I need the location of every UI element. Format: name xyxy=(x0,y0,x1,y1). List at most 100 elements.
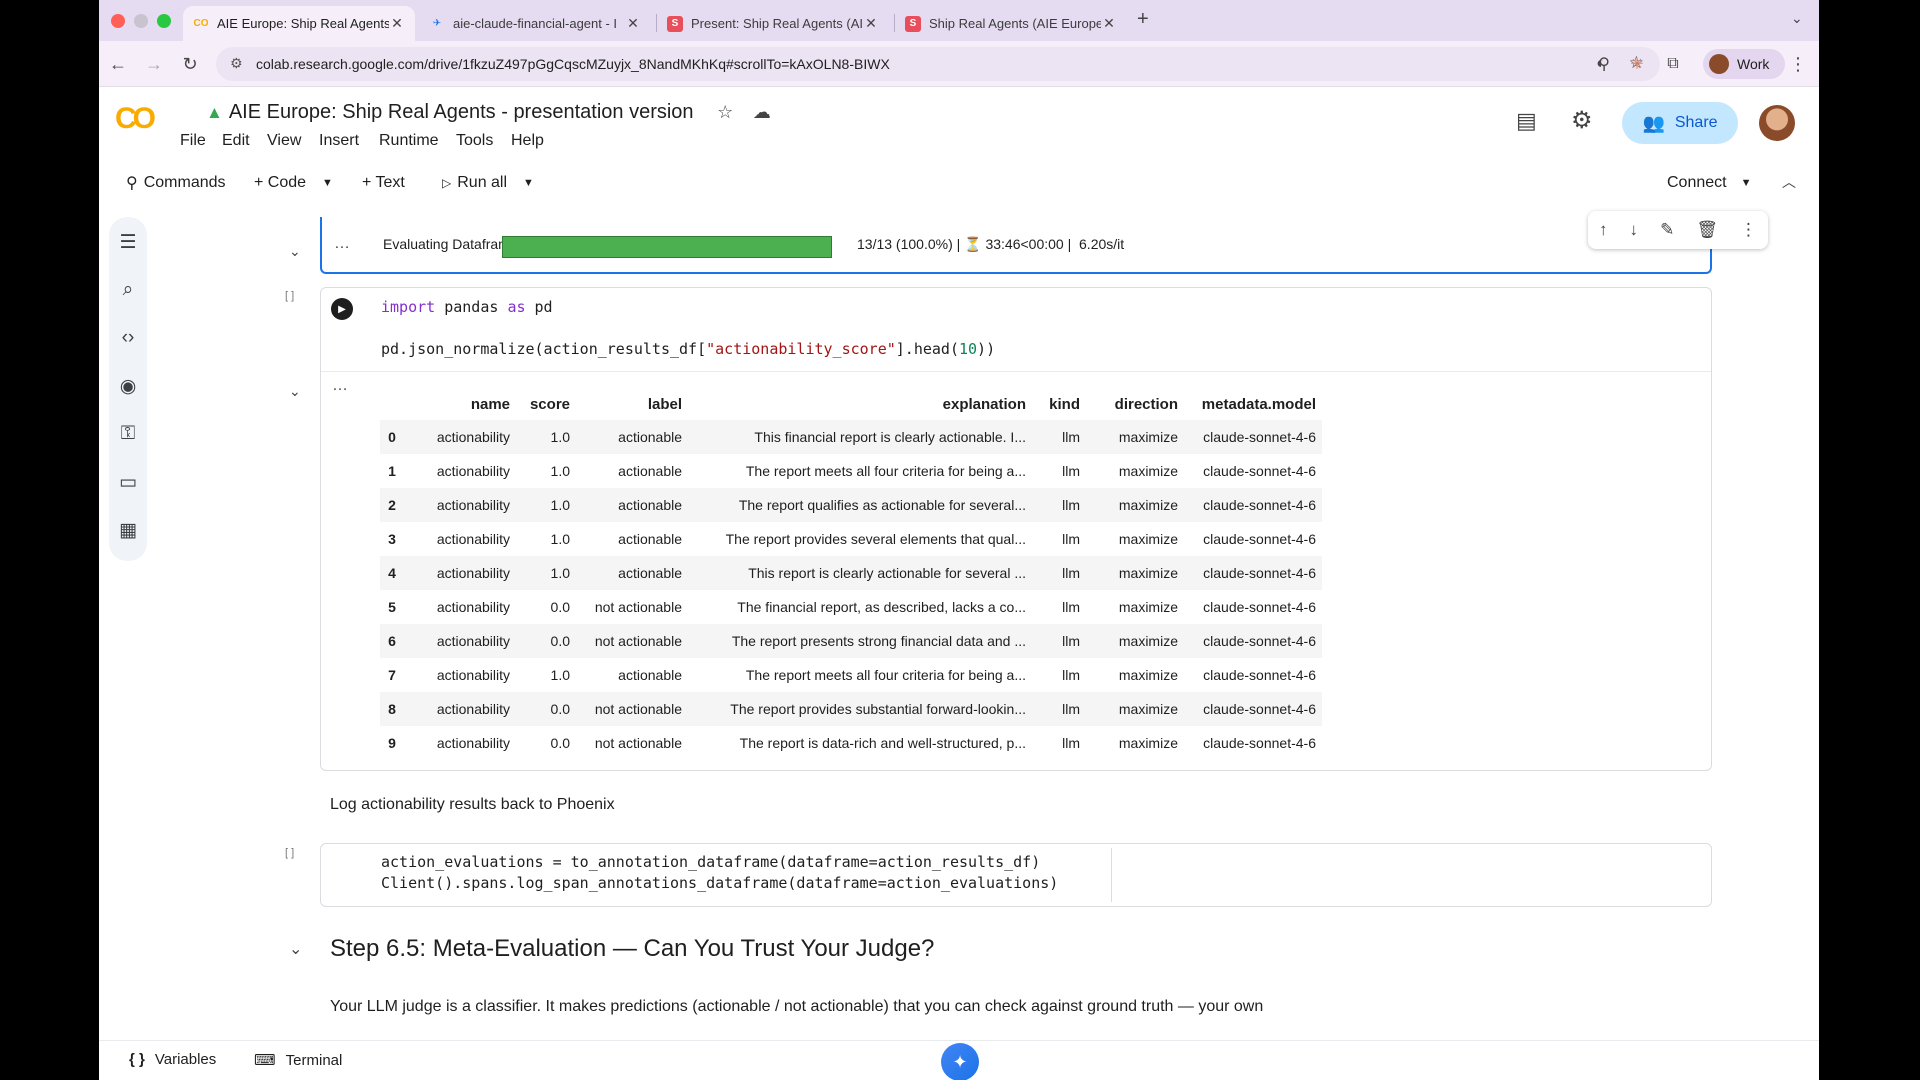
colab-logo[interactable]: CO xyxy=(115,102,156,136)
browser-tab-phoenix[interactable]: ✈ aie-claude-financial-agent - I ✕ xyxy=(419,6,651,41)
move-cell-down-icon[interactable]: ↓ xyxy=(1630,220,1639,240)
cell-explanation: This report is clearly actionable for se… xyxy=(688,556,1032,590)
more-options-icon[interactable]: ⋮ xyxy=(1740,220,1757,240)
star-icon[interactable]: ☆ xyxy=(717,102,733,122)
commands-button[interactable]: ⚲ Commands xyxy=(126,168,226,198)
forward-icon[interactable]: → xyxy=(141,51,167,77)
collapse-header-icon[interactable]: ︿ xyxy=(1782,172,1796,192)
cell-kind: llm xyxy=(1062,667,1080,683)
tab-strip: CO AIE Europe: Ship Real Agents ✕ ✈ aie-… xyxy=(99,0,1819,41)
close-tab-icon[interactable]: ✕ xyxy=(1101,15,1117,32)
notebook-title[interactable]: ▲ AIE Europe: Ship Real Agents - presenta… xyxy=(206,101,771,124)
delete-trash-icon[interactable]: 🗑 xyxy=(1696,220,1718,240)
menu-insert[interactable]: Insert xyxy=(319,132,359,150)
drive-icon: ▲ xyxy=(206,103,223,122)
edit-pencil-icon[interactable]: ✎ xyxy=(1660,220,1674,240)
cell-model: claude-sonnet-4-6 xyxy=(1203,463,1316,479)
settings-gear-icon[interactable]: ⚙ xyxy=(1571,106,1593,135)
close-tab-icon[interactable]: ✕ xyxy=(863,15,879,32)
extensions-puzzle-icon[interactable]: ⧉ xyxy=(1660,51,1686,77)
menu-help[interactable]: Help xyxy=(511,132,544,150)
browser-tab-colab[interactable]: CO AIE Europe: Ship Real Agents ✕ xyxy=(183,6,415,41)
code-line-2[interactable]: pd.json_normalize(action_results_df["act… xyxy=(381,340,995,358)
collapse-section-chevron-icon[interactable]: ⌄ xyxy=(289,939,302,959)
cell-direction: maximize xyxy=(1086,420,1184,454)
cell-model: claude-sonnet-4-6 xyxy=(1203,531,1316,547)
connect-label: Connect xyxy=(1667,174,1727,191)
cell-name: actionability xyxy=(436,599,510,615)
profile-button[interactable]: Work xyxy=(1703,49,1785,79)
menu-tools[interactable]: Tools xyxy=(456,132,493,150)
output-cell-progress[interactable]: … Evaluating Dataframe 13/13 (100.0%) | … xyxy=(320,211,1768,274)
search-icon: ⚲ xyxy=(126,175,138,192)
variables-button[interactable]: { } Variables xyxy=(129,1051,216,1068)
tab-title: AIE Europe: Ship Real Agents xyxy=(217,16,389,31)
cell-explanation: The report qualifies as actionable for s… xyxy=(688,488,1032,522)
code-line-1[interactable]: action_evaluations = to_annotation_dataf… xyxy=(381,853,1040,871)
claude-extension-icon[interactable]: ✳ xyxy=(1624,51,1650,77)
run-cell-play-icon[interactable]: ▶ xyxy=(331,298,353,320)
run-all-chevron-icon[interactable]: ▼ xyxy=(523,177,534,189)
menu-view[interactable]: View xyxy=(267,132,301,150)
run-all-label: Run all xyxy=(457,174,508,191)
code-snippets-icon[interactable]: ‹› xyxy=(109,323,147,353)
menu-file[interactable]: File xyxy=(180,132,206,150)
address-bar-row: ← → ↻ ⚙ colab.research.google.com/drive/… xyxy=(99,41,1819,87)
menu-edit[interactable]: Edit xyxy=(222,132,250,150)
user-avatar[interactable] xyxy=(1759,105,1795,141)
run-all-button[interactable]: ▷ Run all ▼ xyxy=(442,168,534,198)
progress-label: Evaluating Dataframe xyxy=(383,236,518,252)
new-tab-icon[interactable]: + xyxy=(1137,8,1149,31)
cell-label: actionable xyxy=(576,488,688,522)
close-window-button[interactable] xyxy=(111,14,125,28)
browser-tab-slides[interactable]: S Ship Real Agents (AIE Europe ✕ xyxy=(895,6,1127,41)
output-menu-icon[interactable]: … xyxy=(334,235,351,253)
browser-tab-slides-present[interactable]: S Present: Ship Real Agents (AI ✕ xyxy=(657,6,889,41)
dataframe-table: name score label explanation kind direct… xyxy=(380,388,1322,760)
markdown-text-meta-eval: Your LLM judge is a classifier. It makes… xyxy=(330,998,1264,1015)
collapse-output-chevron-icon[interactable]: ⌄ xyxy=(289,243,301,260)
cell-model: claude-sonnet-4-6 xyxy=(1184,692,1322,726)
tab-search-chevron-icon[interactable]: ⌄ xyxy=(1791,10,1803,27)
code-dropdown-chevron-icon[interactable]: ▼ xyxy=(322,177,333,189)
output-menu-icon[interactable]: … xyxy=(332,377,349,395)
share-button[interactable]: 👥 Share xyxy=(1622,102,1738,144)
progress-bar xyxy=(502,236,832,258)
cell-label: actionable xyxy=(618,667,682,683)
connect-chevron-icon[interactable]: ▼ xyxy=(1741,177,1752,189)
url-bar[interactable]: ⚙ colab.research.google.com/drive/1fkzuZ… xyxy=(216,47,1660,81)
collapse-output-chevron-icon[interactable]: ⌄ xyxy=(289,383,301,400)
code-line-1[interactable]: import pandas as pd xyxy=(381,298,553,316)
move-cell-up-icon[interactable]: ↑ xyxy=(1599,220,1608,240)
cell-name: actionability xyxy=(404,692,516,726)
cell-label: actionable xyxy=(576,556,688,590)
close-tab-icon[interactable]: ✕ xyxy=(389,15,405,32)
close-tab-icon[interactable]: ✕ xyxy=(625,15,641,32)
back-icon[interactable]: ← xyxy=(105,51,131,77)
browser-menu-icon[interactable]: ⋮ xyxy=(1785,51,1811,77)
cloud-icon[interactable]: ☁ xyxy=(753,102,771,122)
code-cell-log-annotations[interactable]: action_evaluations = to_annotation_dataf… xyxy=(320,843,1712,907)
cell-direction: maximize xyxy=(1086,556,1184,590)
site-info-icon[interactable]: ⚙ xyxy=(230,55,243,72)
menu-runtime[interactable]: Runtime xyxy=(379,132,439,150)
terminal-button[interactable]: ⌨ Terminal xyxy=(254,1051,342,1070)
data-table-icon[interactable]: ▦ xyxy=(109,515,147,545)
comments-icon[interactable]: ▤ xyxy=(1516,108,1537,134)
variables-inspector-icon[interactable]: ◉ xyxy=(109,371,147,401)
add-text-button[interactable]: + Text xyxy=(362,168,405,198)
files-folder-icon[interactable]: ▭ xyxy=(109,467,147,497)
connect-button[interactable]: Connect ▼ xyxy=(1667,168,1751,198)
code-output-divider xyxy=(321,371,1711,372)
secrets-key-icon[interactable]: ⚿ xyxy=(109,419,147,449)
minimize-window-button[interactable] xyxy=(134,14,148,28)
code-line-2[interactable]: Client().spans.log_span_annotations_data… xyxy=(381,874,1058,892)
maximize-window-button[interactable] xyxy=(157,14,171,28)
reload-icon[interactable]: ↻ xyxy=(177,51,203,77)
cell-explanation: The report meets all four criteria for b… xyxy=(745,463,1026,479)
find-replace-icon[interactable]: ⌕ xyxy=(109,275,147,305)
add-code-button[interactable]: + Code ▼ xyxy=(254,168,333,198)
extension-icon[interactable]: ◐ xyxy=(1588,51,1614,77)
gemini-sparkle-button[interactable]: ✦ xyxy=(941,1043,979,1080)
table-of-contents-icon[interactable]: ☰ xyxy=(109,227,147,257)
